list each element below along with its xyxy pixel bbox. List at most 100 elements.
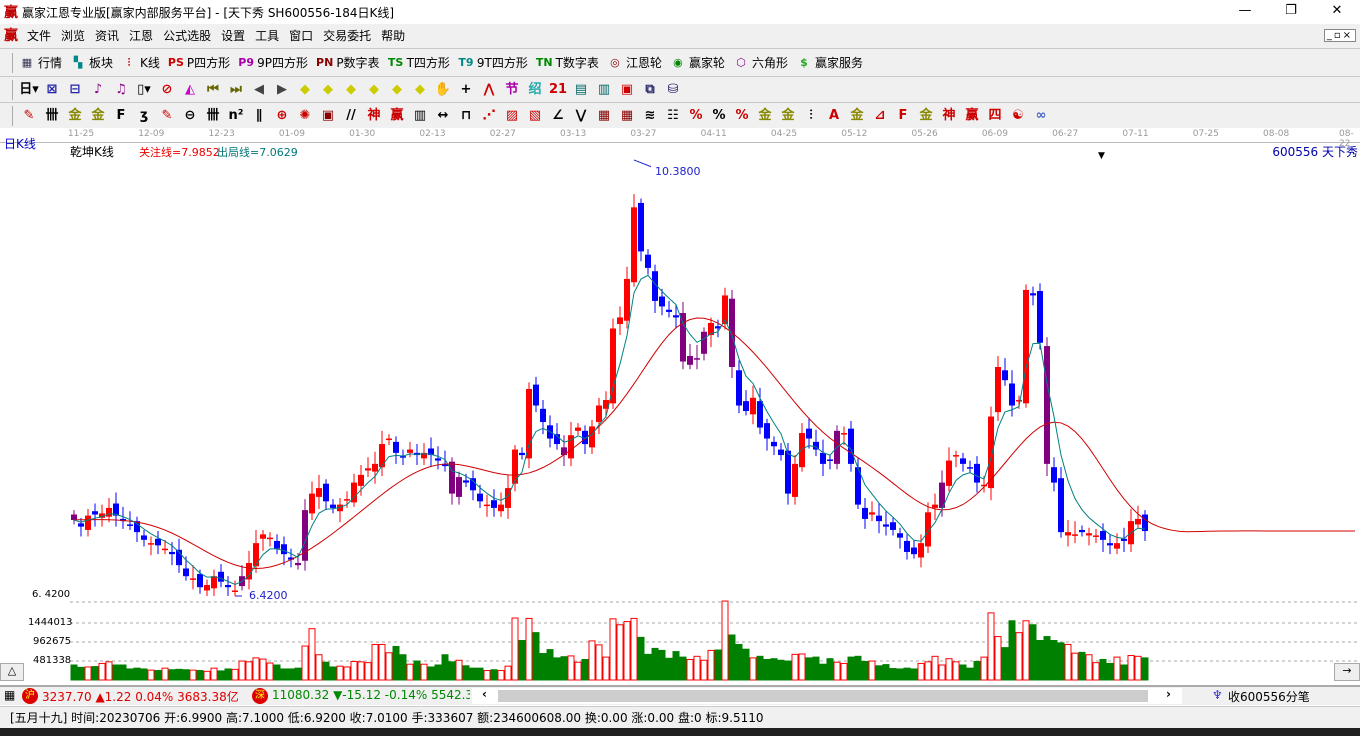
tool-icon[interactable]: 21 [548, 80, 568, 100]
tool-icon[interactable]: ⏭ [226, 80, 246, 100]
horizontal-scrollbar[interactable]: ‹ › [472, 687, 1182, 704]
expand-button[interactable]: △ [0, 663, 24, 681]
tool-icon[interactable]: ✋ [433, 80, 453, 100]
tool-icon[interactable]: ♫ [111, 80, 131, 100]
tool-icon[interactable]: ⋰ [479, 106, 499, 126]
tool-icon[interactable]: 赢 [962, 106, 982, 126]
tool-icon[interactable]: F [111, 106, 131, 126]
tool-icon[interactable]: ▦ [617, 106, 637, 126]
quote-table-icon[interactable]: ▦ [4, 688, 15, 702]
tool-icon[interactable]: % [709, 106, 729, 126]
tool-icon[interactable]: 金 [88, 106, 108, 126]
tool-icon[interactable]: ◭ [180, 80, 200, 100]
tool-icon[interactable]: A [824, 106, 844, 126]
toolbar-button[interactable]: ▦ 行情 [19, 54, 62, 71]
tool-icon[interactable]: ▤ [571, 80, 591, 100]
tool-icon[interactable]: % [686, 106, 706, 126]
toolbar-button[interactable]: ▚ 板块 [70, 54, 113, 71]
tool-icon[interactable]: ◆ [295, 80, 315, 100]
tool-icon[interactable]: // [341, 106, 361, 126]
tool-icon[interactable]: ⧉ [640, 80, 660, 100]
tool-icon[interactable]: ⊿ [870, 106, 890, 126]
tool-icon[interactable]: 四 [985, 106, 1005, 126]
toolbar-button[interactable]: PS P四方形 [168, 54, 230, 71]
tool-icon[interactable]: 金 [778, 106, 798, 126]
scroll-left-icon[interactable]: ‹ [482, 687, 487, 701]
toolbar-button[interactable]: TN T数字表 [536, 54, 599, 71]
tick-data-label[interactable]: 收600556分笔 [1228, 688, 1310, 705]
tool-icon[interactable]: 卌 [203, 106, 223, 126]
tool-icon[interactable]: ⊓ [456, 106, 476, 126]
tool-icon[interactable]: ⊖ [180, 106, 200, 126]
tool-icon[interactable]: ʒ [134, 106, 154, 126]
menu-item[interactable]: 工具 [250, 24, 284, 48]
tool-icon[interactable]: ∥ [249, 106, 269, 126]
tool-icon[interactable]: ▧ [525, 106, 545, 126]
tool-icon[interactable]: ♪ [88, 80, 108, 100]
tool-icon[interactable]: ⋁ [571, 106, 591, 126]
toolbar-button[interactable]: $ 赢家服务 [796, 54, 863, 71]
tool-icon[interactable]: + [456, 80, 476, 100]
tool-icon[interactable]: ▯▾ [134, 80, 154, 100]
tool-icon[interactable]: ◆ [318, 80, 338, 100]
tool-icon[interactable]: ⊕ [272, 106, 292, 126]
tool-icon[interactable]: ▣ [318, 106, 338, 126]
tool-icon[interactable]: ▥ [410, 106, 430, 126]
menu-item[interactable]: 浏览 [56, 24, 90, 48]
shanghai-index[interactable]: 3237.70 ▲1.22 0.04% 3683.38亿 [42, 688, 239, 705]
tool-icon[interactable]: ⊘ [157, 80, 177, 100]
tool-icon[interactable]: ⫶ [801, 106, 821, 126]
tool-icon[interactable]: 卌 [42, 106, 62, 126]
toolbar-button[interactable]: ⬡ 六角形 [733, 54, 788, 71]
tool-icon[interactable]: ▦ [594, 106, 614, 126]
tool-icon[interactable]: ∞ [1031, 106, 1051, 126]
restore-button[interactable]: ❐ [1268, 0, 1314, 24]
tool-icon[interactable]: ◆ [410, 80, 430, 100]
toolbar-button[interactable]: PN P数字表 [316, 54, 380, 71]
scroll-right-button[interactable]: → [1334, 663, 1360, 681]
tool-icon[interactable]: % [732, 106, 752, 126]
shenzhen-index[interactable]: 11080.32 ▼-15.12 -0.14% 5542.38 [272, 688, 470, 702]
tool-icon[interactable]: ⏮ [203, 80, 223, 100]
tool-icon[interactable]: ◆ [364, 80, 384, 100]
tool-icon[interactable]: ▨ [502, 106, 522, 126]
menu-item[interactable]: 帮助 [376, 24, 410, 48]
tool-icon[interactable]: ☷ [663, 106, 683, 126]
menu-item[interactable]: 设置 [216, 24, 250, 48]
tool-icon[interactable]: ◀ [249, 80, 269, 100]
tool-icon[interactable]: ▶ [272, 80, 292, 100]
tool-icon[interactable]: ◆ [341, 80, 361, 100]
toolbar-button[interactable]: TS T四方形 [388, 54, 450, 71]
tool-icon[interactable]: 节 [502, 80, 522, 100]
tool-icon[interactable]: ▥ [594, 80, 614, 100]
menu-item[interactable]: 窗口 [284, 24, 318, 48]
tool-icon[interactable]: ≋ [640, 106, 660, 126]
menu-item[interactable]: 资讯 [90, 24, 124, 48]
menu-item[interactable]: 江恩 [124, 24, 158, 48]
tool-icon[interactable]: ☯ [1008, 106, 1028, 126]
tool-icon[interactable]: F [893, 106, 913, 126]
tool-icon[interactable]: 赢 [387, 106, 407, 126]
toolbar-button[interactable]: ◉ 赢家轮 [670, 54, 725, 71]
toolbar-button[interactable]: P9 9P四方形 [238, 54, 308, 71]
tool-icon[interactable]: ◆ [387, 80, 407, 100]
tool-icon[interactable]: ⛁ [663, 80, 683, 100]
tool-icon[interactable]: 金 [847, 106, 867, 126]
scrollbar-thumb[interactable] [498, 690, 1148, 702]
tool-icon[interactable]: ⊠ [42, 80, 62, 100]
menu-item[interactable]: 文件 [22, 24, 56, 48]
tool-icon[interactable]: ✎ [19, 106, 39, 126]
toolbar-button[interactable]: ◎ 江恩轮 [607, 54, 662, 71]
scroll-right-icon[interactable]: › [1166, 687, 1171, 701]
close-button[interactable]: ✕ [1314, 0, 1360, 24]
toolbar-button[interactable]: ⫶ K线 [121, 54, 160, 71]
toolbar-button[interactable]: T9 9T四方形 [458, 54, 528, 71]
tool-icon[interactable]: ↔ [433, 106, 453, 126]
tool-icon[interactable]: 神 [364, 106, 384, 126]
menu-item[interactable]: 公式选股 [158, 24, 216, 48]
mdi-window-buttons[interactable]: _▫× [1323, 29, 1356, 42]
tool-icon[interactable]: ⋀ [479, 80, 499, 100]
minimize-button[interactable]: — [1222, 0, 1268, 24]
tool-icon[interactable]: 金 [755, 106, 775, 126]
tool-icon[interactable]: 绍 [525, 80, 545, 100]
